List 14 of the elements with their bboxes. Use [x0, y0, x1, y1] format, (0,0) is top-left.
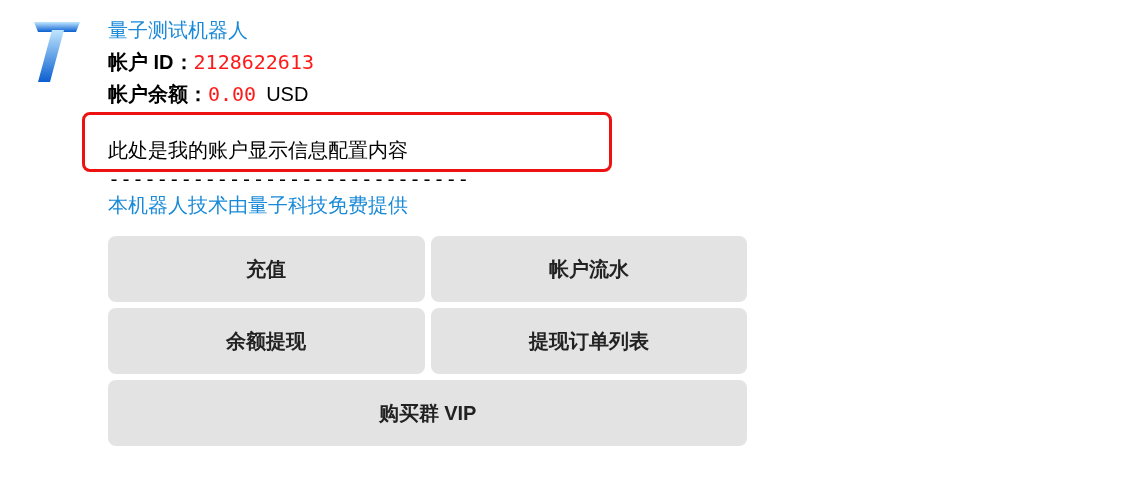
currency: USD	[266, 82, 309, 107]
menu-button[interactable]: 帐户流水	[430, 236, 747, 302]
balance-label: 帐户余额：	[108, 82, 208, 107]
menu-button[interactable]: 购买群 VIP	[108, 380, 747, 446]
menu-button[interactable]: 余额提现	[108, 308, 425, 374]
info-text: 此处是我的账户显示信息配置内容	[108, 139, 408, 161]
dashed-divider: ------------------------------	[108, 172, 471, 186]
account-id-label: 帐户 ID：	[108, 50, 194, 75]
menu-button[interactable]: 提现订单列表	[430, 308, 747, 374]
menu-button[interactable]: 充值	[108, 236, 425, 302]
balance-value: 0.00	[208, 81, 257, 108]
credit-link[interactable]: 本机器人技术由量子科技免费提供	[108, 188, 748, 222]
account-id-value: 2128622613	[193, 49, 314, 76]
bot-name[interactable]: 量子测试机器人	[108, 14, 748, 46]
